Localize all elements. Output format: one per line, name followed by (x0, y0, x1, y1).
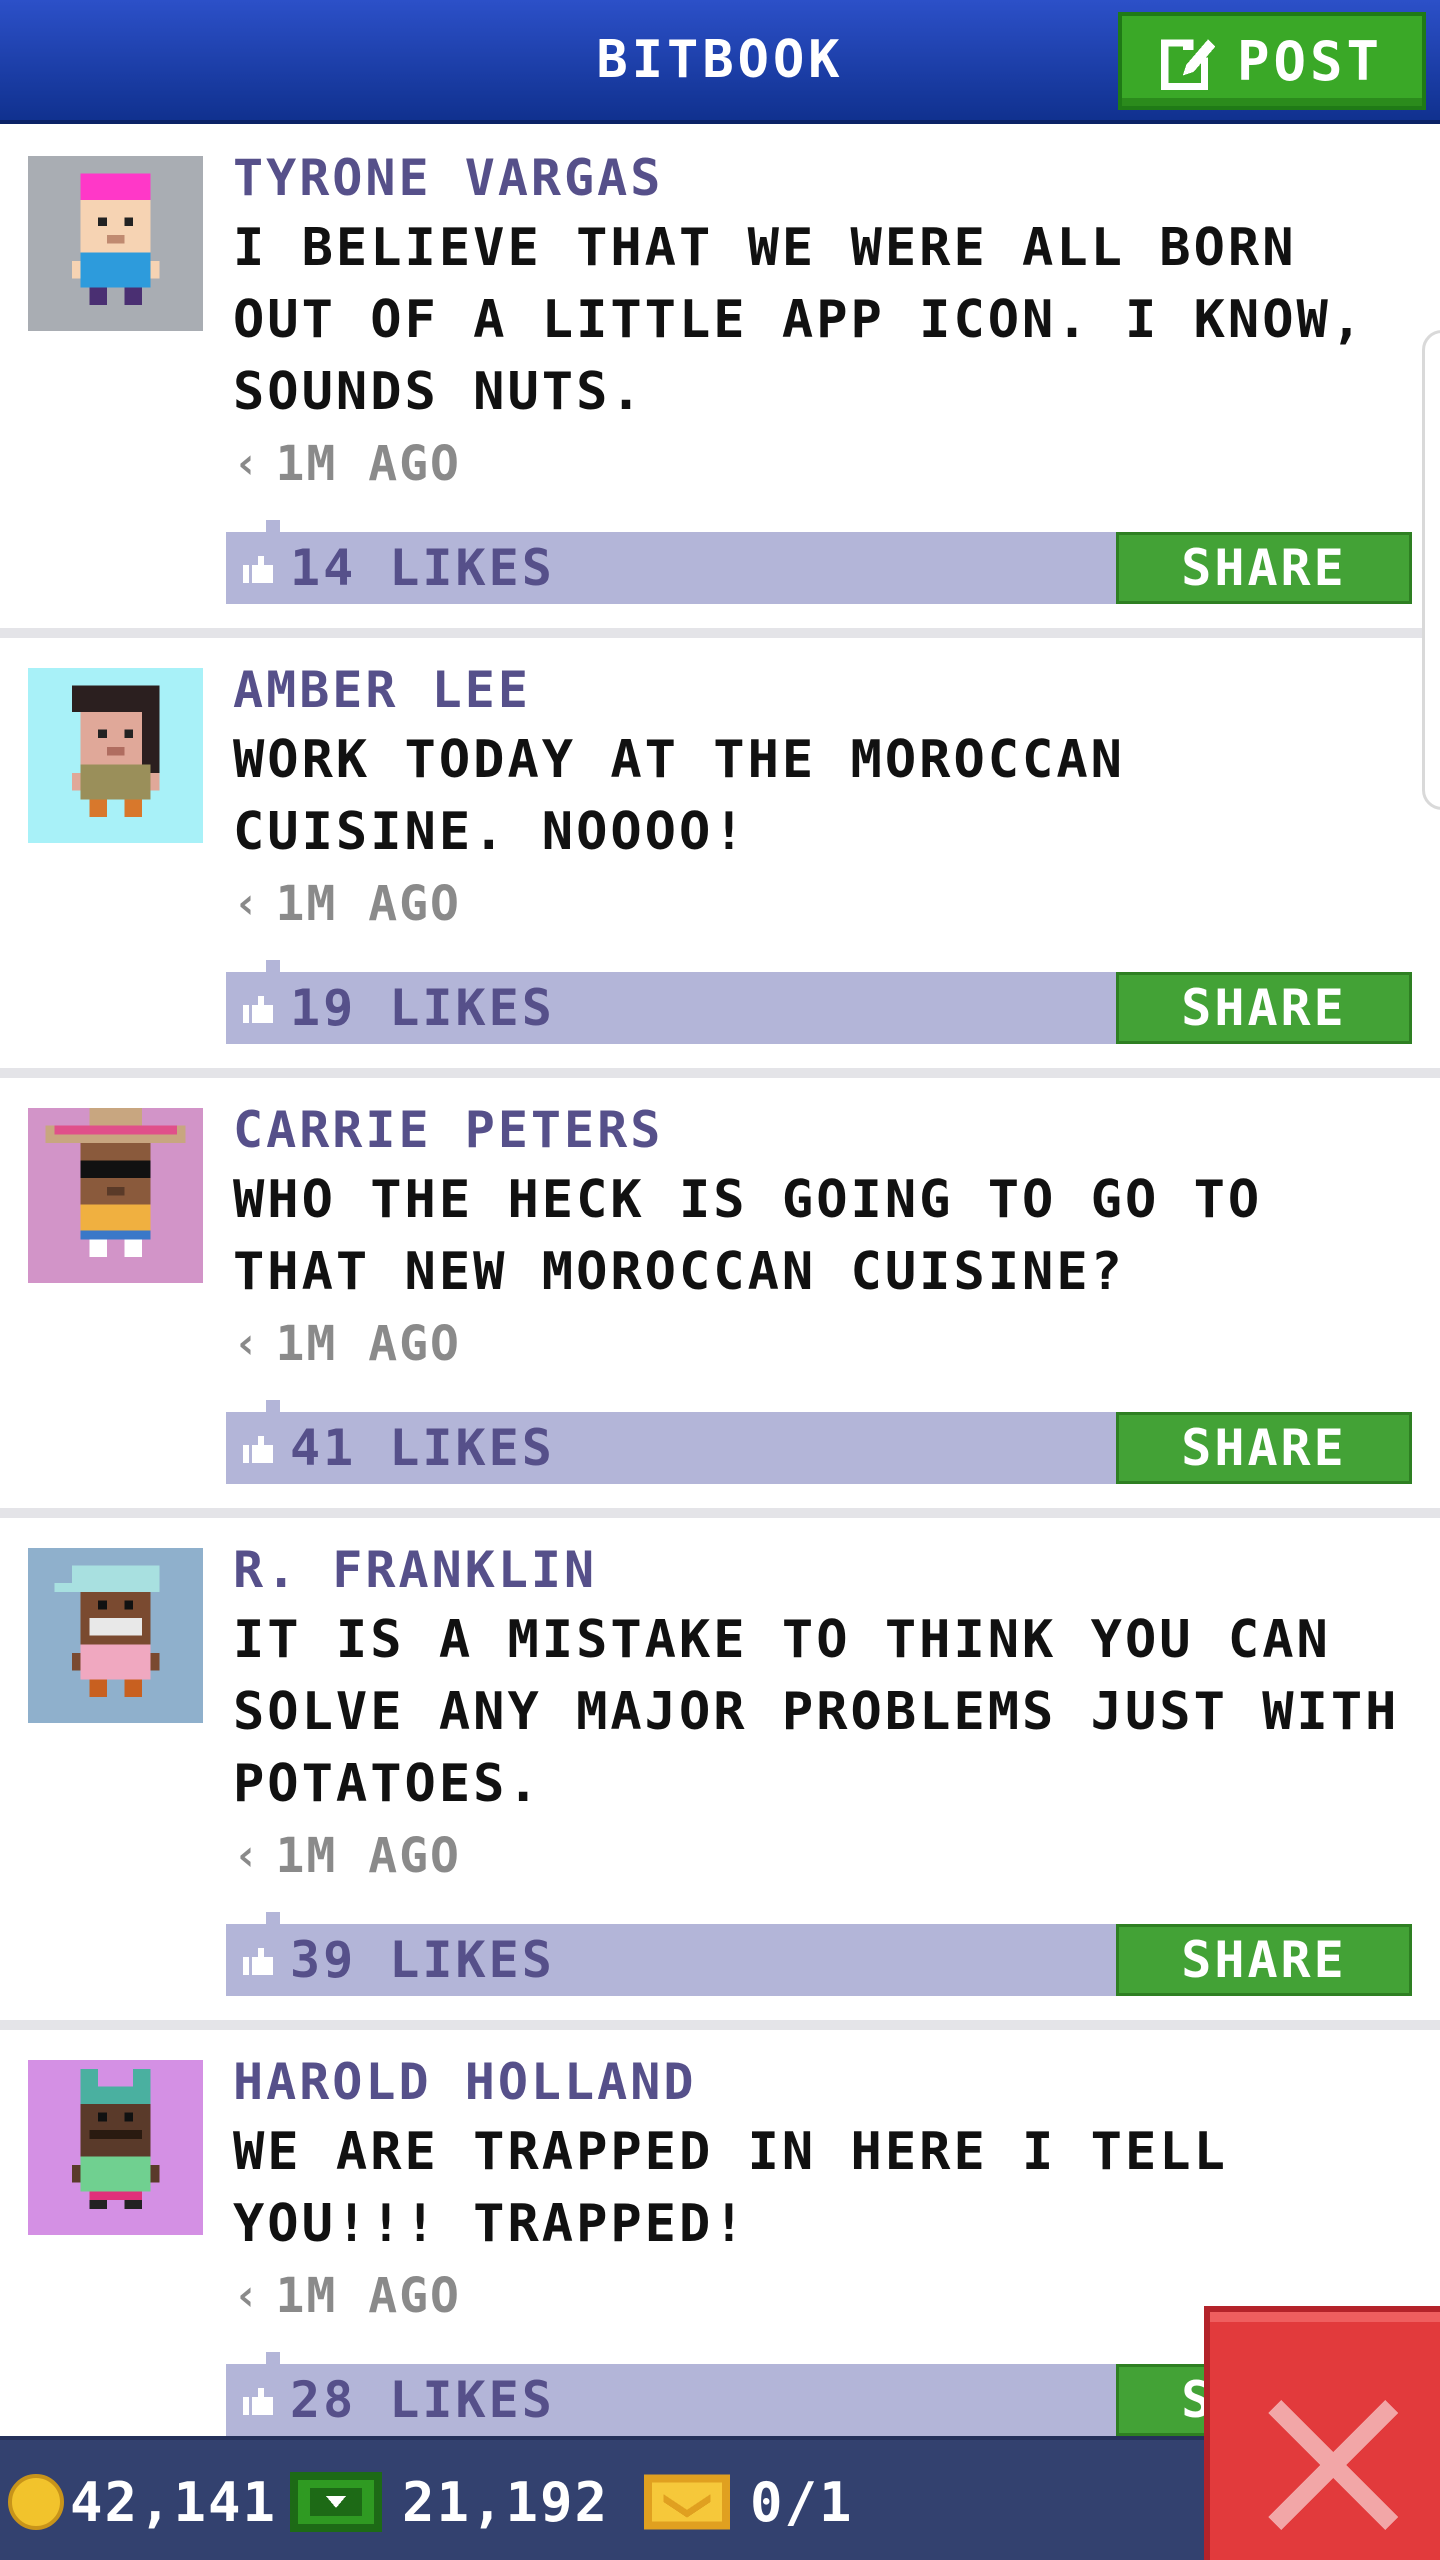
post-message: WE ARE TRAPPED IN HERE I TELL YOU!!! TRA… (233, 2122, 1228, 2254)
post-message: WHO THE HECK IS GOING TO GO TO THAT NEW … (233, 1170, 1263, 1302)
share-button[interactable]: SHARE (1116, 532, 1412, 604)
post-time: ‹ 1M AGO (233, 874, 461, 934)
like-count: 28 LIKES (290, 2371, 555, 2429)
like-button[interactable]: 41 LIKES (240, 1412, 555, 1484)
clock-icon: ‹ (233, 878, 262, 929)
like-bar: 39 LIKES SHARE (226, 1912, 1412, 1996)
post-button[interactable]: POST (1118, 12, 1426, 110)
feed-post: AMBER LEE WORK TODAY AT THE MOROCCAN CUI… (0, 640, 1440, 1080)
post-author[interactable]: R. FRANKLIN (233, 1540, 597, 1600)
post-message: I BELIEVE THAT WE WERE ALL BORN OUT OF A… (233, 218, 1366, 422)
share-button[interactable]: SHARE (1116, 1412, 1412, 1484)
avatar-image (45, 1108, 186, 1257)
post-author[interactable]: TYRONE VARGAS (233, 148, 663, 208)
thumbs-up-icon (243, 1436, 273, 1463)
feed-post: CARRIE PETERS WHO THE HECK IS GOING TO G… (0, 1080, 1440, 1520)
post-time-label: 1M AGO (275, 1316, 461, 1372)
like-bar: 19 LIKES SHARE (226, 960, 1412, 1044)
coin-icon (8, 2474, 64, 2530)
avatar-image (71, 2068, 160, 2209)
like-count: 39 LIKES (290, 1931, 555, 1989)
clock-icon: ‹ (233, 1830, 262, 1881)
avatar[interactable] (28, 668, 203, 843)
thumbs-up-icon (243, 996, 273, 1023)
cash-icon (290, 2472, 382, 2532)
post-divider (0, 1068, 1440, 1078)
thumbs-up-icon (243, 1948, 273, 1975)
post-time: ‹ 1M AGO (233, 434, 461, 494)
like-button[interactable]: 28 LIKES (240, 2364, 555, 2436)
post-divider (0, 2020, 1440, 2030)
avatar[interactable] (28, 156, 203, 331)
post-message: WORK TODAY AT THE MOROCCAN CUISINE. NOOO… (233, 730, 1125, 862)
coins-stat: 42,141 (8, 2440, 277, 2560)
close-button[interactable] (1204, 2306, 1440, 2560)
coins-value: 42,141 (70, 2470, 278, 2534)
avatar[interactable] (28, 1108, 203, 1283)
thumbs-up-icon (243, 556, 273, 583)
app-header: BITBOOK POST (0, 0, 1440, 124)
like-count: 41 LIKES (290, 1419, 555, 1477)
post-time-label: 1M AGO (275, 2268, 461, 2324)
clock-icon: ‹ (233, 1318, 262, 1369)
like-bar: 41 LIKES SHARE (226, 1400, 1412, 1484)
ticket-icon (644, 2474, 730, 2530)
close-icon (1268, 2400, 1398, 2530)
clock-icon: ‹ (233, 438, 262, 489)
thumbs-up-icon (243, 2388, 273, 2415)
post-time-label: 1M AGO (275, 876, 461, 932)
post-message: IT IS A MISTAKE TO THINK YOU CAN SOLVE A… (233, 1610, 1400, 1814)
avatar[interactable] (28, 1548, 203, 1723)
avatar-image (71, 685, 160, 817)
post-button-label: POST (1236, 29, 1384, 93)
feed-post: TYRONE VARGAS I BELIEVE THAT WE WERE ALL… (0, 128, 1440, 640)
compose-icon (1160, 35, 1216, 90)
bux-stat: 21,192 (290, 2440, 609, 2560)
tickets-stat: 0/1 (644, 2440, 854, 2560)
like-button[interactable]: 19 LIKES (240, 972, 555, 1044)
post-time-label: 1M AGO (275, 1828, 461, 1884)
post-time: ‹ 1M AGO (233, 1826, 461, 1886)
clock-icon: ‹ (233, 2270, 262, 2321)
avatar[interactable] (28, 2060, 203, 2235)
avatar-image (71, 173, 160, 305)
post-author[interactable]: AMBER LEE (233, 660, 531, 720)
post-divider (0, 1508, 1440, 1518)
like-bar: 14 LIKES SHARE (226, 520, 1412, 604)
share-button[interactable]: SHARE (1116, 972, 1412, 1044)
post-author[interactable]: CARRIE PETERS (233, 1100, 663, 1160)
scroll-handle[interactable] (1422, 330, 1440, 810)
like-count: 14 LIKES (290, 539, 555, 597)
bux-value: 21,192 (402, 2470, 610, 2534)
tickets-value: 0/1 (750, 2470, 854, 2534)
like-count: 19 LIKES (290, 979, 555, 1037)
post-time: ‹ 1M AGO (233, 1314, 461, 1374)
like-button[interactable]: 14 LIKES (240, 532, 555, 604)
feed-post: R. FRANKLIN IT IS A MISTAKE TO THINK YOU… (0, 1520, 1440, 2032)
like-button[interactable]: 39 LIKES (240, 1924, 555, 1996)
post-time: ‹ 1M AGO (233, 2266, 461, 2326)
post-divider (0, 628, 1440, 638)
avatar-image (54, 1565, 160, 1697)
post-author[interactable]: HAROLD HOLLAND (233, 2052, 696, 2112)
post-time-label: 1M AGO (275, 436, 461, 492)
share-button[interactable]: SHARE (1116, 1924, 1412, 1996)
